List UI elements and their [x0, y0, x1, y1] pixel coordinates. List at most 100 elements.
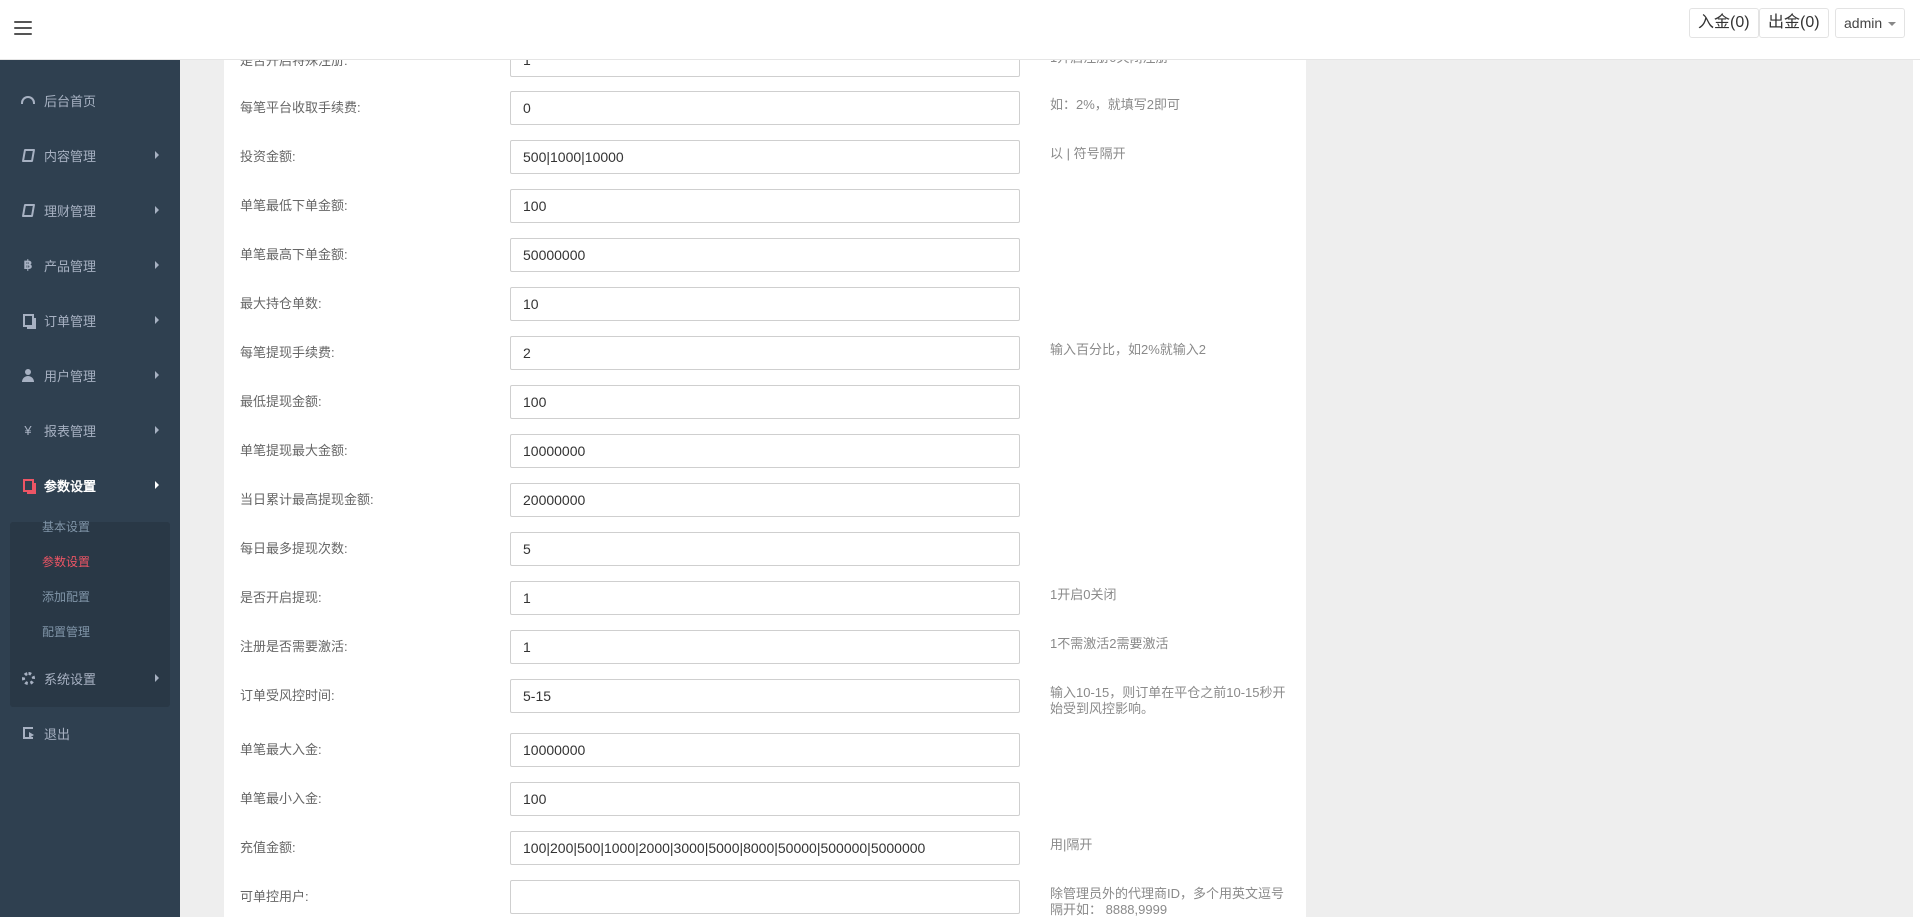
- sidebar-item-system[interactable]: 系统设置: [0, 658, 180, 698]
- field-label: 最低提现金额:: [240, 394, 322, 409]
- chevron-right-icon: [155, 261, 159, 269]
- field-label: 单笔最大入金:: [240, 742, 322, 757]
- bitcoin-icon: ฿: [23, 257, 33, 272]
- form-row: 充值金额: 用|隔开: [224, 831, 1306, 871]
- form-row: 单笔最小入金:: [224, 782, 1306, 822]
- field-input[interactable]: [510, 189, 1020, 223]
- field-input[interactable]: [510, 287, 1020, 321]
- field-input[interactable]: [510, 733, 1020, 767]
- field-label: 投资金额:: [240, 149, 296, 164]
- sidebar-item-users[interactable]: 用户管理: [0, 355, 180, 395]
- form-row: 注册是否需要激活: 1不需激活2需要激活: [224, 630, 1306, 670]
- form-row: 单笔最高下单金额:: [224, 238, 1306, 278]
- field-help: 1开启0关闭: [1050, 587, 1117, 602]
- field-label: 每笔提现手续费:: [240, 345, 335, 360]
- sidebar-item-products[interactable]: ฿ 产品管理: [0, 245, 180, 285]
- field-label: 每笔平台收取手续费:: [240, 100, 361, 115]
- sidebar-item-label: 产品管理: [44, 258, 97, 274]
- field-help: 输入10-15，则订单在平仓之前10-15秒开始受到风控影响。: [1050, 685, 1286, 716]
- sidebar-item-parameters[interactable]: 参数设置: [0, 465, 180, 505]
- top-navbar: 入金(0) 出金(0) admin: [0, 0, 1920, 60]
- field-input[interactable]: [510, 782, 1020, 816]
- field-input[interactable]: [510, 140, 1020, 174]
- sidebar-item-label: 参数设置: [44, 478, 97, 494]
- deposit-label: 入金(0): [1698, 14, 1750, 31]
- field-input[interactable]: [510, 679, 1020, 713]
- sidebar-item-dashboard[interactable]: 后台首页: [0, 80, 180, 120]
- sidebar-item-label: 用户管理: [44, 368, 97, 384]
- form-row: 每日最多提现次数:: [224, 532, 1306, 572]
- field-input[interactable]: [510, 434, 1020, 468]
- chevron-right-icon: [155, 481, 159, 489]
- field-label: 单笔最低下单金额:: [240, 198, 348, 213]
- subnav-add-config[interactable]: 添加配置: [42, 588, 90, 605]
- book-icon: [20, 202, 36, 218]
- dashboard-icon: [20, 92, 36, 108]
- form-row: 投资金额: 以 | 符号隔开: [224, 140, 1306, 180]
- field-input[interactable]: [510, 336, 1020, 370]
- withdraw-label: 出金(0): [1768, 14, 1820, 31]
- sidebar-item-finance[interactable]: 理财管理: [0, 190, 180, 230]
- form-row: 最低提现金额:: [224, 385, 1306, 425]
- sidebar-item-label: 报表管理: [44, 423, 97, 439]
- deposit-button[interactable]: 入金(0): [1689, 8, 1759, 38]
- field-input[interactable]: [510, 831, 1020, 865]
- field-input[interactable]: [510, 581, 1020, 615]
- field-label: 可单控用户:: [240, 889, 309, 904]
- field-input[interactable]: [510, 385, 1020, 419]
- form-row: 可单控用户: 除管理员外的代理商ID，多个用英文逗号隔开如： 8888,9999: [224, 880, 1306, 917]
- chevron-down-icon: [1888, 22, 1897, 27]
- sign-out-icon: [20, 725, 36, 741]
- field-label: 充值金额:: [240, 840, 296, 855]
- field-input[interactable]: [510, 532, 1020, 566]
- book-icon: [20, 147, 36, 163]
- sidebar-item-label: 理财管理: [44, 203, 97, 219]
- chevron-right-icon: [155, 151, 159, 159]
- field-label: 是否开启提现:: [240, 590, 322, 605]
- field-input[interactable]: [510, 880, 1020, 914]
- subnav-parameter-settings[interactable]: 参数设置: [42, 553, 90, 570]
- chevron-right-icon: [155, 371, 159, 379]
- user-menu-dropdown[interactable]: admin: [1835, 8, 1906, 38]
- form-row: 单笔最大入金:: [224, 733, 1306, 773]
- sidebar: 后台首页 内容管理 理财管理 ฿ 产品管理 订单管理 用户管理 ¥ 报表管理 参…: [0, 60, 180, 917]
- documents-icon: [20, 477, 36, 493]
- field-help: 输入百分比，如2%就输入2: [1050, 342, 1207, 357]
- field-input[interactable]: [510, 91, 1020, 125]
- form-row: 每笔提现手续费: 输入百分比，如2%就输入2: [224, 336, 1306, 376]
- sidebar-item-label: 退出: [44, 726, 71, 742]
- sidebar-item-label: 系统设置: [44, 671, 97, 687]
- field-input[interactable]: [510, 483, 1020, 517]
- chevron-right-icon: [155, 426, 159, 434]
- field-help: 除管理员外的代理商ID，多个用英文逗号隔开如： 8888,9999: [1050, 886, 1285, 917]
- field-help: 1不需激活2需要激活: [1050, 636, 1169, 651]
- right-scroll-area: [1913, 60, 1920, 917]
- yen-icon: ¥: [24, 422, 32, 438]
- field-label: 单笔最高下单金额:: [240, 247, 348, 262]
- field-label: 当日累计最高提现金额:: [240, 492, 374, 507]
- field-label: 注册是否需要激活:: [240, 639, 348, 654]
- chevron-right-icon: [155, 316, 159, 324]
- field-label: 每日最多提现次数:: [240, 541, 348, 556]
- hamburger-icon[interactable]: [14, 21, 32, 37]
- field-input[interactable]: [510, 238, 1020, 272]
- sidebar-item-label: 后台首页: [44, 93, 97, 109]
- subnav-basic-settings[interactable]: 基本设置: [42, 518, 90, 535]
- form-row: 订单受风控时间: 输入10-15，则订单在平仓之前10-15秒开始受到风控影响。: [224, 679, 1306, 719]
- field-label: 最大持仓单数:: [240, 296, 322, 311]
- sidebar-item-orders[interactable]: 订单管理: [0, 300, 180, 340]
- field-input[interactable]: [510, 630, 1020, 664]
- chevron-right-icon: [155, 206, 159, 214]
- form-row: 每笔平台收取手续费: 如：2%，就填写2即可: [224, 91, 1306, 131]
- form-row: 当日累计最高提现金额:: [224, 483, 1306, 523]
- form-row: 是否开启提现: 1开启0关闭: [224, 581, 1306, 621]
- withdraw-button[interactable]: 出金(0): [1759, 8, 1829, 38]
- sidebar-item-reports[interactable]: ¥ 报表管理: [0, 410, 180, 450]
- sidebar-item-label: 订单管理: [44, 313, 97, 329]
- subnav-config-management[interactable]: 配置管理: [42, 623, 90, 640]
- sidebar-item-label: 内容管理: [44, 148, 97, 164]
- field-label: 单笔最小入金:: [240, 791, 322, 806]
- sidebar-item-logout[interactable]: 退出: [0, 713, 180, 753]
- user-name: admin: [1844, 15, 1883, 31]
- sidebar-item-content[interactable]: 内容管理: [0, 135, 180, 175]
